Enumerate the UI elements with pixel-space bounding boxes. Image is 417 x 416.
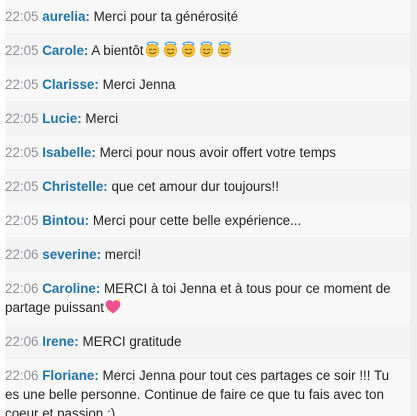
message-timestamp: 22:06 (5, 368, 39, 383)
message-username[interactable]: Caroline: (42, 281, 100, 296)
message-timestamp: 22:05 (5, 111, 39, 126)
message-username[interactable]: Floriane: (42, 368, 99, 383)
message-text: que cet amour dur toujours!! (111, 179, 279, 194)
chat-message: 22:06 Caroline: MERCI à toi Jenna et à t… (5, 272, 410, 325)
message-timestamp: 22:05 (5, 77, 39, 92)
chat-message: 22:05 Clarisse: Merci Jenna (5, 68, 410, 102)
message-text: MERCI gratitude (82, 334, 182, 349)
chat-message: 22:05 aurelia: Merci pour ta générosité (5, 0, 410, 34)
message-username[interactable]: aurelia: (42, 9, 90, 24)
chat-message-list: 22:05 aurelia: Merci pour ta générosité … (0, 0, 410, 416)
scrollbar[interactable] (410, 0, 417, 416)
message-text: Merci Jenna (102, 77, 176, 92)
chat-message: 22:06 severine: merci! (5, 238, 410, 272)
chat-message: 22:05 Lucie: Merci (5, 102, 410, 136)
message-username[interactable]: Isabelle: (42, 145, 96, 160)
smiling-face-with-halo-icon (145, 41, 159, 58)
message-timestamp: 22:05 (5, 145, 39, 160)
message-text: Merci pour ta générosité (93, 9, 239, 24)
message-username[interactable]: Lucie: (42, 111, 81, 126)
smiling-face-with-halo-icon (163, 41, 177, 58)
smiling-face-with-halo-icon (217, 41, 231, 58)
message-username[interactable]: Carole: (42, 43, 88, 58)
chat-message: 22:05 Carole: A bientôt (5, 34, 410, 68)
message-username[interactable]: Clarisse: (42, 77, 99, 92)
message-timestamp: 22:06 (5, 247, 39, 262)
message-timestamp: 22:06 (5, 334, 39, 349)
message-text: Merci (85, 111, 119, 126)
message-timestamp: 22:06 (5, 281, 39, 296)
sparkling-heart-icon (105, 298, 121, 314)
chat-message: 22:05 Isabelle: Merci pour nous avoir of… (5, 136, 410, 170)
message-text: Merci pour cette belle expérience... (92, 213, 302, 228)
message-text: merci! (104, 247, 142, 262)
message-text: A bientôt (91, 43, 144, 58)
message-username[interactable]: severine: (42, 247, 101, 262)
message-username[interactable]: Bintou: (42, 213, 89, 228)
message-text: Merci pour nous avoir offert votre temps (99, 145, 336, 160)
chat-message: 22:06 Floriane: Merci Jenna pour tout ce… (5, 359, 410, 416)
message-timestamp: 22:05 (5, 213, 39, 228)
message-username[interactable]: Christelle: (42, 179, 107, 194)
chat-message: 22:05 Bintou: Merci pour cette belle exp… (5, 204, 410, 238)
emoji-group (144, 41, 234, 58)
message-timestamp: 22:05 (5, 179, 39, 194)
smiling-face-with-halo-icon (181, 41, 195, 58)
message-timestamp: 22:05 (5, 9, 39, 24)
chat-message: 22:05 Christelle: que cet amour dur touj… (5, 170, 410, 204)
smiling-face-with-halo-icon (199, 41, 213, 58)
message-username[interactable]: Irene: (42, 334, 78, 349)
message-timestamp: 22:05 (5, 43, 39, 58)
chat-message: 22:06 Irene: MERCI gratitude (5, 325, 410, 359)
